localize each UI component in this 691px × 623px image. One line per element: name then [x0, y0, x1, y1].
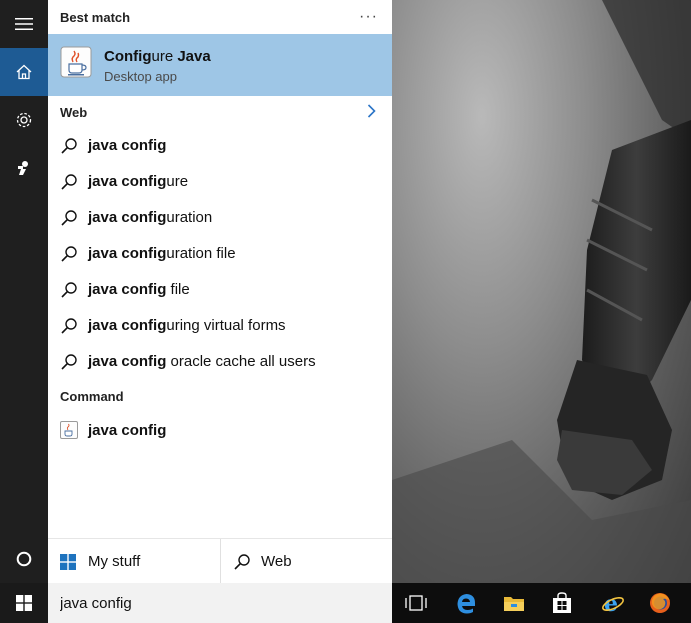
windows-logo-icon: [60, 554, 76, 570]
command-item[interactable]: java config: [48, 413, 392, 449]
web-suggestion-label: java configure: [88, 173, 188, 190]
web-suggestion-item[interactable]: java configuring virtual forms: [48, 308, 392, 344]
web-suggestion-rest: uring virtual forms: [166, 317, 286, 334]
best-match-title: Configure Java: [104, 48, 211, 65]
web-suggestion-rest: oracle cache all users: [166, 353, 316, 370]
settings-button[interactable]: [0, 96, 48, 144]
search-icon: [61, 354, 77, 370]
hamburger-icon: [15, 18, 33, 30]
best-match-title-match: Config: [104, 48, 152, 65]
desktop-wallpaper: [392, 0, 691, 583]
task-view-button[interactable]: [392, 583, 440, 623]
home-icon: [16, 64, 32, 80]
best-match-title-match2: Java: [177, 48, 211, 65]
web-suggestion-rest: file: [166, 281, 190, 298]
web-header: Web: [60, 105, 88, 120]
store-icon: [553, 592, 571, 613]
firefox-button[interactable]: [636, 583, 684, 623]
best-match-item[interactable]: Configure Java Desktop app: [48, 34, 392, 96]
cortana-button[interactable]: [0, 535, 48, 583]
best-match-title-rest: ure: [151, 48, 178, 65]
web-suggestion-item[interactable]: java configuration: [48, 200, 392, 236]
chevron-right-icon[interactable]: [367, 104, 376, 118]
windows-start-icon: [16, 595, 32, 611]
store-button[interactable]: [538, 583, 586, 623]
menu-button[interactable]: [0, 0, 48, 48]
java-app-icon: [60, 46, 92, 78]
web-suggestion-rest: ure: [166, 173, 189, 190]
web-suggestion-item[interactable]: java config file: [48, 272, 392, 308]
home-button[interactable]: [0, 48, 48, 96]
web-suggestion-label: java configuration: [88, 209, 212, 226]
web-suggestion-item[interactable]: java configuration file: [48, 236, 392, 272]
taskbar-search-box[interactable]: [48, 583, 392, 623]
search-icon: [61, 210, 77, 226]
my-stuff-button[interactable]: My stuff: [48, 539, 220, 584]
internet-explorer-button[interactable]: e: [589, 583, 637, 623]
web-suggestion-item[interactable]: java configure: [48, 164, 392, 200]
internet-explorer-icon: e: [602, 592, 624, 614]
search-icon: [61, 138, 77, 154]
settings-icon: [16, 112, 32, 128]
web-suggestion-item[interactable]: java config: [48, 128, 392, 164]
web-suggestion-match: java config: [88, 317, 167, 334]
feedback-button[interactable]: [0, 144, 48, 192]
cortana-icon: [16, 551, 32, 567]
file-explorer-button[interactable]: [490, 583, 538, 623]
edge-button[interactable]: [442, 583, 490, 623]
java-app-icon: [60, 421, 78, 439]
web-suggestion-label: java config oracle cache all users: [88, 353, 316, 370]
web-suggestion-label: java config: [88, 137, 166, 154]
web-suggestion-rest: uration: [166, 209, 213, 226]
best-match-subtitle: Desktop app: [104, 69, 177, 84]
feedback-icon: [18, 161, 28, 175]
start-rail: [0, 0, 48, 583]
web-suggestion-label: java configuration file: [88, 245, 236, 262]
web-suggestion-match: java config: [88, 209, 167, 226]
more-options-button[interactable]: ···: [359, 8, 378, 26]
search-input[interactable]: [48, 583, 392, 623]
results-list: Best match ··· Configure Java Desktop ap…: [48, 0, 392, 538]
web-suggestion-match: java config: [88, 173, 167, 190]
web-suggestion-rest: uration file: [166, 245, 236, 262]
search-icon: [61, 174, 77, 190]
web-scope-button[interactable]: Web: [221, 539, 392, 584]
search-icon: [61, 246, 77, 262]
search-panel: Best match ··· Configure Java Desktop ap…: [48, 0, 392, 584]
search-icon: [234, 554, 250, 570]
edge-icon: [457, 594, 475, 614]
web-scope-label: Web: [261, 553, 292, 570]
web-suggestion-match: java config: [88, 137, 167, 154]
best-match-header: Best match: [60, 10, 131, 25]
search-scope-bar: My stuff Web: [48, 538, 392, 584]
web-suggestion-label: java config file: [88, 281, 190, 298]
web-suggestion-label: java configuring virtual forms: [88, 317, 286, 334]
web-suggestion-match: java config: [88, 245, 167, 262]
web-suggestion-match: java config: [88, 353, 167, 370]
task-view-icon: [405, 595, 427, 611]
file-explorer-icon: [504, 597, 524, 611]
start-button[interactable]: [0, 583, 48, 623]
my-stuff-label: My stuff: [88, 553, 141, 570]
search-icon: [61, 282, 77, 298]
web-suggestion-match: java config: [88, 281, 167, 298]
command-header: Command: [60, 389, 124, 404]
web-suggestion-item[interactable]: java config oracle cache all users: [48, 344, 392, 380]
command-item-label: java config: [88, 422, 167, 439]
search-icon: [61, 318, 77, 334]
taskbar: e: [0, 583, 691, 623]
firefox-icon: [650, 593, 670, 613]
